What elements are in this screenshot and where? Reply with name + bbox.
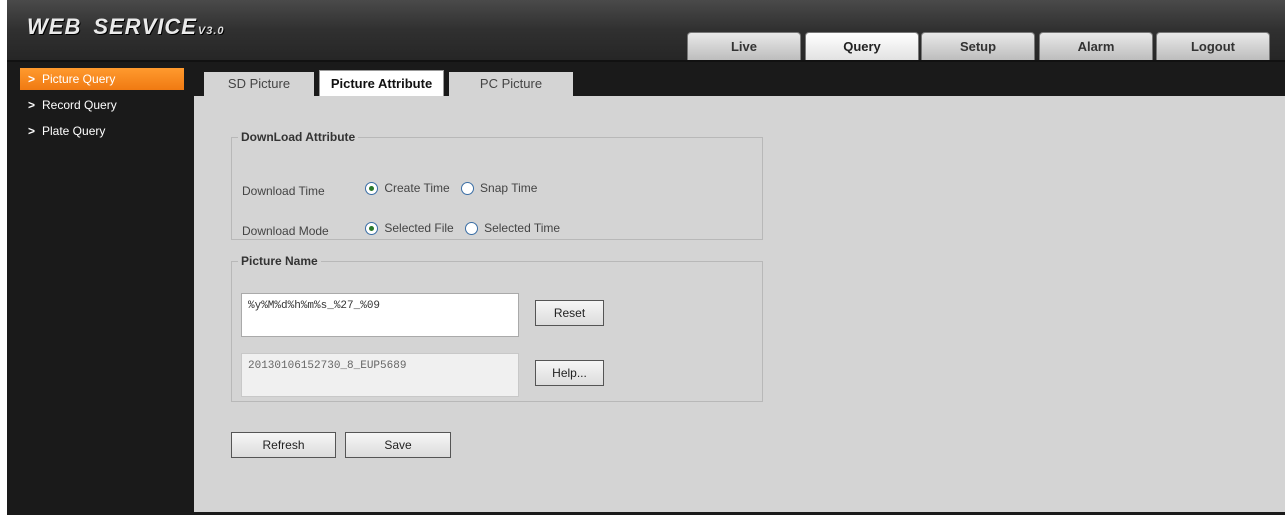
subtab-pc-picture[interactable]: PC Picture <box>449 72 573 96</box>
sidebar-item-label: Record Query <box>42 98 117 112</box>
sidebar-item-label: Picture Query <box>42 72 116 86</box>
sidebar-item-plate-query[interactable]: > Plate Query <box>20 120 184 142</box>
radio-selected-icon <box>365 181 379 195</box>
sidebar-item-picture-query[interactable]: > Picture Query <box>20 68 184 90</box>
app-frame: WEB SERVICEV3.0 Live Query Setup Alarm Lo… <box>7 0 1285 515</box>
download-mode-label: Download Mode <box>242 223 329 238</box>
chevron-right-icon: > <box>28 124 36 138</box>
tab-logout[interactable]: Logout <box>1156 32 1270 60</box>
picture-name-legend: Picture Name <box>241 254 318 268</box>
sidebar: > Picture Query > Record Query > Plate Quer… <box>20 68 184 146</box>
picture-name-format-input[interactable]: %y%M%d%h%m%s_%27_%09 <box>241 293 519 337</box>
radio-empty-icon <box>465 221 479 235</box>
sidebar-item-record-query[interactable]: > Record Query <box>20 94 184 116</box>
download-mode-row: Download Mode Selected File Selected Tim… <box>242 219 568 238</box>
subtab-bar: SD Picture Picture Attribute PC Picture <box>194 68 1285 96</box>
help-button[interactable]: Help... <box>535 360 604 386</box>
download-time-label: Download Time <box>242 183 325 198</box>
main-panel: SD Picture Picture Attribute PC Picture … <box>194 68 1285 512</box>
chevron-right-icon: > <box>28 72 36 86</box>
app-logo: WEB SERVICEV3.0 <box>27 14 225 39</box>
radio-empty-icon <box>461 181 475 195</box>
tab-live[interactable]: Live <box>687 32 801 60</box>
subtab-sd-picture[interactable]: SD Picture <box>204 72 314 96</box>
save-button[interactable]: Save <box>345 432 451 458</box>
subtab-picture-attribute[interactable]: Picture Attribute <box>319 70 444 96</box>
download-attribute-group: DownLoad Attribute Download Time Create … <box>231 130 763 240</box>
reset-button[interactable]: Reset <box>535 300 604 326</box>
refresh-button[interactable]: Refresh <box>231 432 336 458</box>
radio-create-time[interactable]: Create Time <box>365 179 450 197</box>
tab-alarm[interactable]: Alarm <box>1039 32 1153 60</box>
radio-selected-icon <box>365 221 379 235</box>
download-time-row: Download Time Create Time Snap Time <box>242 179 545 198</box>
tab-setup[interactable]: Setup <box>921 32 1035 60</box>
tab-query[interactable]: Query <box>805 32 919 60</box>
header-bar: WEB SERVICEV3.0 Live Query Setup Alarm Lo… <box>7 0 1285 62</box>
radio-selected-file[interactable]: Selected File <box>365 219 454 237</box>
download-attribute-legend: DownLoad Attribute <box>241 130 356 144</box>
sidebar-item-label: Plate Query <box>42 124 106 138</box>
picture-name-preview: 20130106152730_8_EUP5689 <box>241 353 519 397</box>
radio-snap-time[interactable]: Snap Time <box>461 179 537 197</box>
radio-selected-time[interactable]: Selected Time <box>465 219 560 237</box>
chevron-right-icon: > <box>28 98 36 112</box>
